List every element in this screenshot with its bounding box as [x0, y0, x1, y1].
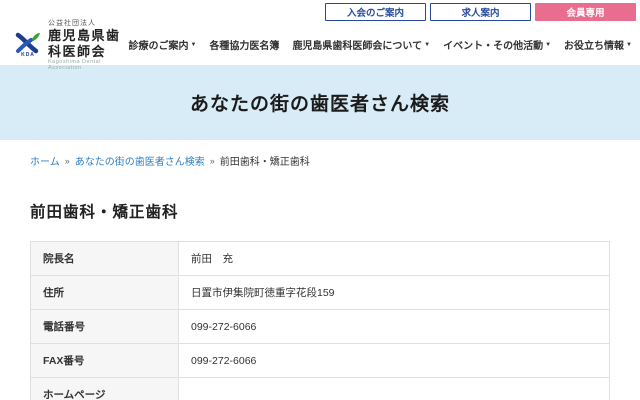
kda-logo-icon: KDA — [15, 32, 41, 58]
nav-item-events[interactable]: イベント・その他活動 ▼ — [443, 37, 551, 52]
nav-item-label: 鹿児島県歯科医師会について — [292, 37, 422, 52]
job-info-button[interactable]: 求人案内 — [430, 3, 531, 21]
row-value — [179, 378, 610, 400]
table-row-homepage: ホームページ — [31, 378, 610, 400]
nav-item-useful-info[interactable]: お役立ち情報 ▼ — [564, 37, 632, 52]
breadcrumb-separator: » — [210, 156, 215, 166]
breadcrumb-home-link[interactable]: ホーム — [30, 153, 60, 168]
breadcrumb: ホーム » あなたの街の歯医者さん検索 » 前田歯科・矯正歯科 — [30, 153, 610, 168]
row-label: ホームページ — [31, 378, 179, 400]
table-row-address: 住所 日置市伊集院町徳重字花段159 — [31, 276, 610, 310]
row-value: 099-272-6066 — [179, 310, 610, 344]
nav-item-cooperating-doctors[interactable]: 各種協力医名簿 — [209, 37, 279, 52]
nav-item-label: イベント・その他活動 — [443, 37, 543, 52]
table-row-fax: FAX番号 099-272-6066 — [31, 344, 610, 378]
nav-item-label: お役立ち情報 — [564, 37, 624, 52]
chevron-down-icon: ▼ — [424, 42, 430, 48]
table-row-phone: 電話番号 099-272-6066 — [31, 310, 610, 344]
main-nav: 診療のご案内 ▼ 各種協力医名簿 鹿児島県歯科医師会について ▼ イベント・その… — [128, 37, 632, 52]
table-row-director: 院長名 前田 充 — [31, 242, 610, 276]
nav-item-label: 診療のご案内 — [128, 37, 188, 52]
row-label: 住所 — [31, 276, 179, 310]
row-value: 日置市伊集院町徳重字花段159 — [179, 276, 610, 310]
row-value: 前田 充 — [179, 242, 610, 276]
row-label: 電話番号 — [31, 310, 179, 344]
org-name-label: 鹿児島県歯科医師会 — [48, 28, 128, 59]
clinic-details-table: 院長名 前田 充 住所 日置市伊集院町徳重字花段159 電話番号 099-272… — [30, 241, 610, 400]
nav-item-about-association[interactable]: 鹿児島県歯科医師会について ▼ — [292, 37, 430, 52]
row-value: 099-272-6066 — [179, 344, 610, 378]
page-title: 前田歯科・矯正歯科 — [30, 200, 610, 222]
main-content: ホーム » あなたの街の歯医者さん検索 » 前田歯科・矯正歯科 前田歯科・矯正歯… — [0, 153, 640, 400]
chevron-down-icon: ▼ — [545, 42, 551, 48]
breadcrumb-search-link[interactable]: あなたの街の歯医者さん検索 — [75, 153, 205, 168]
org-type-label: 公益社団法人 — [48, 18, 128, 28]
nav-item-medical-guide[interactable]: 診療のご案内 ▼ — [128, 37, 196, 52]
hero-title: あなたの街の歯医者さん検索 — [190, 89, 450, 116]
breadcrumb-separator: » — [65, 156, 70, 166]
logo-text: 公益社団法人 鹿児島県歯科医師会 Kagoshima Dental Associ… — [48, 18, 128, 71]
join-guide-button[interactable]: 入会のご案内 — [325, 3, 426, 21]
row-label: FAX番号 — [31, 344, 179, 378]
chevron-down-icon: ▼ — [190, 42, 196, 48]
breadcrumb-current: 前田歯科・矯正歯科 — [220, 153, 310, 168]
nav-item-label: 各種協力医名簿 — [209, 37, 279, 52]
row-label: 院長名 — [31, 242, 179, 276]
site-logo[interactable]: KDA 公益社団法人 鹿児島県歯科医師会 Kagoshima Dental As… — [15, 18, 128, 71]
hero-banner: あなたの街の歯医者さん検索 — [0, 65, 640, 140]
members-only-button[interactable]: 会員専用 — [535, 3, 636, 21]
logo-mark-label: KDA — [21, 52, 35, 58]
chevron-down-icon: ▼ — [626, 42, 632, 48]
org-name-english-label: Kagoshima Dental Association — [48, 59, 128, 71]
site-header: KDA 公益社団法人 鹿児島県歯科医師会 Kagoshima Dental As… — [0, 24, 640, 65]
